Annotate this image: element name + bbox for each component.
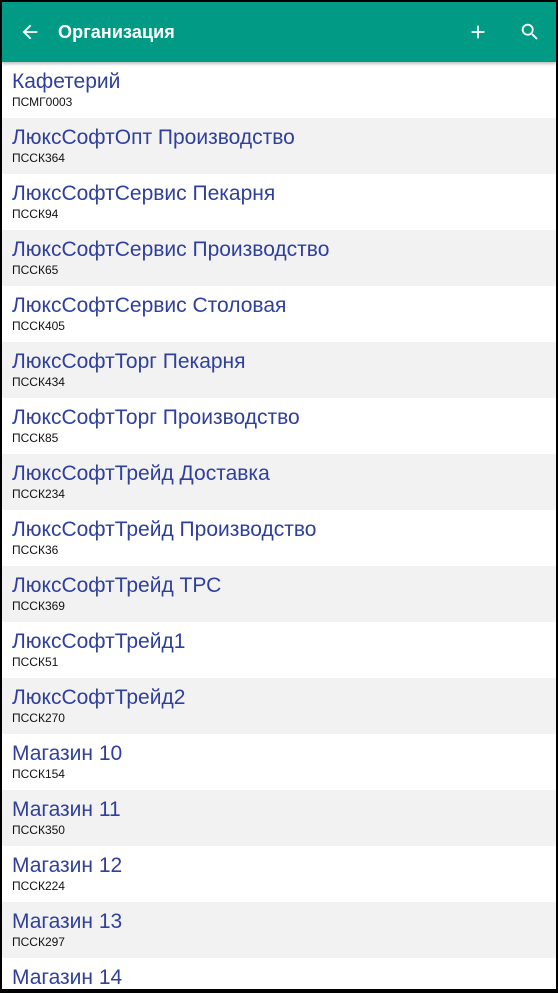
- organization-code: ПССК434: [12, 375, 65, 389]
- organization-name: ЛюксСофтТорг Пекарня: [12, 350, 246, 373]
- organization-code: ПССК369: [12, 599, 65, 613]
- organization-code: ПССК405: [12, 319, 65, 333]
- list-item[interactable]: ЛюксСофтСервис Производство ПССК65: [2, 230, 556, 286]
- organization-name: ЛюксСофтСервис Производство: [12, 238, 330, 261]
- organization-code: ПССК224: [12, 879, 65, 893]
- organization-name: Магазин 14: [12, 966, 123, 989]
- arrow-back-icon: [22, 24, 38, 40]
- app-bar: Организация: [2, 2, 556, 62]
- list-item[interactable]: ЛюксСофтТрейд Производство ПССК36: [2, 510, 556, 566]
- page-title: Организация: [58, 21, 175, 42]
- list-item[interactable]: Магазин 10 ПССК154: [2, 734, 556, 790]
- organization-code: ПССК364: [12, 151, 65, 165]
- organization-code: ПССК85: [12, 431, 59, 445]
- search-icon: [521, 23, 538, 40]
- screen: Организация Кафетерий ПСМГ0003 ЛюксСофтОпт…: [2, 2, 556, 989]
- organization-name: ЛюксСофтОпт Производство: [12, 126, 295, 149]
- list-item[interactable]: ЛюксСофтТрейд2 ПССК270: [2, 678, 556, 734]
- list-item[interactable]: Магазин 13 ПССК297: [2, 902, 556, 958]
- organization-name: Магазин 12: [12, 854, 123, 877]
- organization-code: ПССК270: [12, 711, 65, 725]
- list-item[interactable]: Магазин 12 ПССК224: [2, 846, 556, 902]
- list-item[interactable]: ЛюксСофтТорг Производство ПССК85: [2, 398, 556, 454]
- list-item[interactable]: ЛюксСофтТрейд Доставка ПССК234: [2, 454, 556, 510]
- organization-name: ЛюксСофтТрейд ТРС: [12, 574, 222, 597]
- organization-list: Кафетерий ПСМГ0003 ЛюксСофтОпт Производств…: [2, 62, 556, 989]
- organization-name: Магазин 11: [12, 798, 121, 821]
- add-button[interactable]: [452, 2, 504, 62]
- list-item[interactable]: ЛюксСофтТорг Пекарня ПССК434: [2, 342, 556, 398]
- organization-code: ПССК94: [12, 207, 59, 221]
- organization-name: Кафетерий: [12, 70, 121, 93]
- add-icon: [471, 25, 485, 39]
- organization-name: ЛюксСофтТрейд Производство: [12, 518, 317, 541]
- organization-name: Магазин 13: [12, 910, 123, 933]
- organization-name: ЛюксСофтТорг Производство: [12, 406, 300, 429]
- list-item[interactable]: Магазин 11 ПССК350: [2, 790, 556, 846]
- organization-code: ПССК350: [12, 823, 65, 837]
- list-item[interactable]: ЛюксСофтОпт Производство ПССК364: [2, 118, 556, 174]
- organization-code: ПССК154: [12, 767, 65, 781]
- back-button[interactable]: [2, 2, 58, 62]
- organization-name: ЛюксСофтТрейд Доставка: [12, 462, 270, 485]
- organization-name: Магазин 10: [12, 742, 123, 765]
- organization-name: ЛюксСофтСервис Пекарня: [12, 182, 276, 205]
- list-item[interactable]: ЛюксСофтСервис Пекарня ПССК94: [2, 174, 556, 230]
- organization-name: ЛюксСофтТрейд2: [12, 686, 186, 709]
- organization-code: ПССК297: [12, 935, 65, 949]
- search-button[interactable]: [504, 2, 556, 62]
- organization-code: ПССК65: [12, 263, 59, 277]
- list-item[interactable]: ЛюксСофтТрейд ТРС ПССК369: [2, 566, 556, 622]
- list-item[interactable]: Кафетерий ПСМГ0003: [2, 62, 556, 118]
- organization-code: ПССК51: [12, 655, 59, 669]
- list-item[interactable]: ЛюксСофтТрейд1 ПССК51: [2, 622, 556, 678]
- list-item[interactable]: Магазин 14: [2, 958, 556, 989]
- organization-code: ПССК36: [12, 543, 59, 557]
- organization-name: ЛюксСофтСервис Столовая: [12, 294, 287, 317]
- organization-code: ПСМГ0003: [12, 95, 73, 109]
- organization-code: ПССК234: [12, 487, 65, 501]
- organization-name: ЛюксСофтТрейд1: [12, 630, 186, 653]
- list-item[interactable]: ЛюксСофтСервис Столовая ПССК405: [2, 286, 556, 342]
